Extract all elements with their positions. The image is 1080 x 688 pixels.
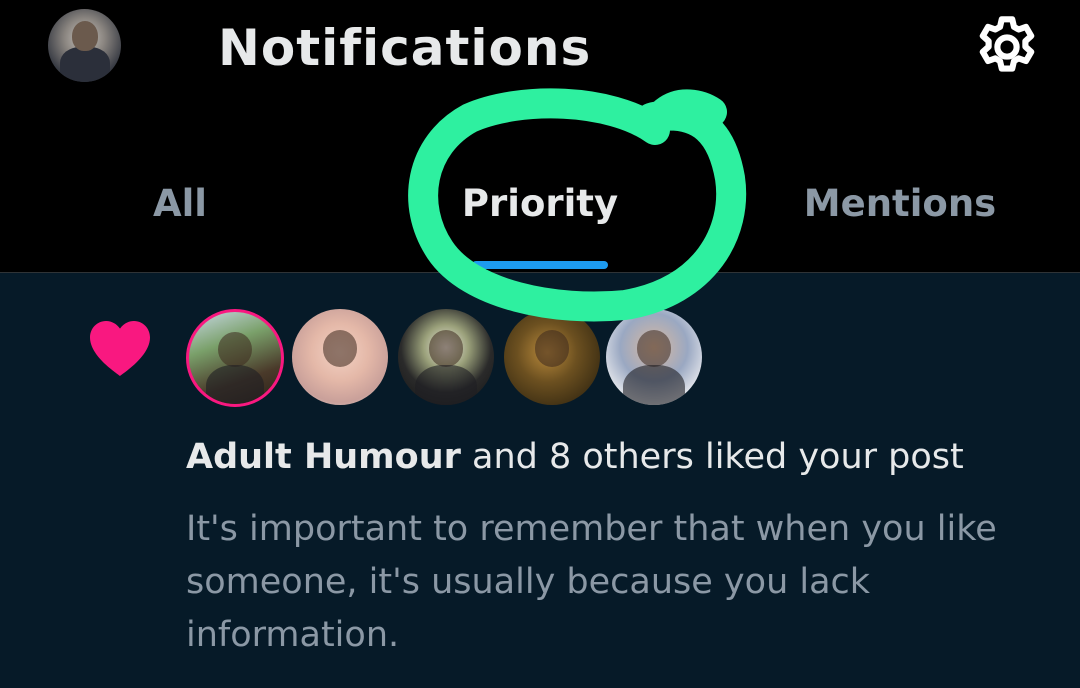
notifications-screen: Notifications All Priority Mentions Adul… [0,0,1080,688]
actor-name[interactable]: Adult Humour [186,437,461,477]
avatar[interactable] [398,309,494,405]
app-header: Notifications All Priority Mentions [0,0,1080,272]
post-excerpt[interactable]: It's important to remember that when you… [186,503,1006,662]
heart-icon [90,321,150,376]
tab-priority[interactable]: Priority [440,182,640,226]
liker-avatars [186,309,726,409]
notification-tabs: All Priority Mentions [0,150,1080,272]
gear-icon[interactable] [972,12,1042,82]
avatar[interactable] [606,309,702,405]
avatar[interactable] [292,309,388,405]
avatar[interactable] [504,309,600,405]
notification-summary: Adult Humour and 8 others liked your pos… [186,433,1046,481]
avatar[interactable] [186,309,284,407]
active-tab-indicator [472,261,608,269]
tab-mentions[interactable]: Mentions [780,182,1020,226]
notification-action: and 8 others liked your post [460,437,964,477]
page-title: Notifications [218,19,592,77]
tab-all[interactable]: All [80,182,280,226]
profile-avatar[interactable] [48,9,121,82]
notification-item[interactable]: Adult Humour and 8 others liked your pos… [0,272,1080,688]
